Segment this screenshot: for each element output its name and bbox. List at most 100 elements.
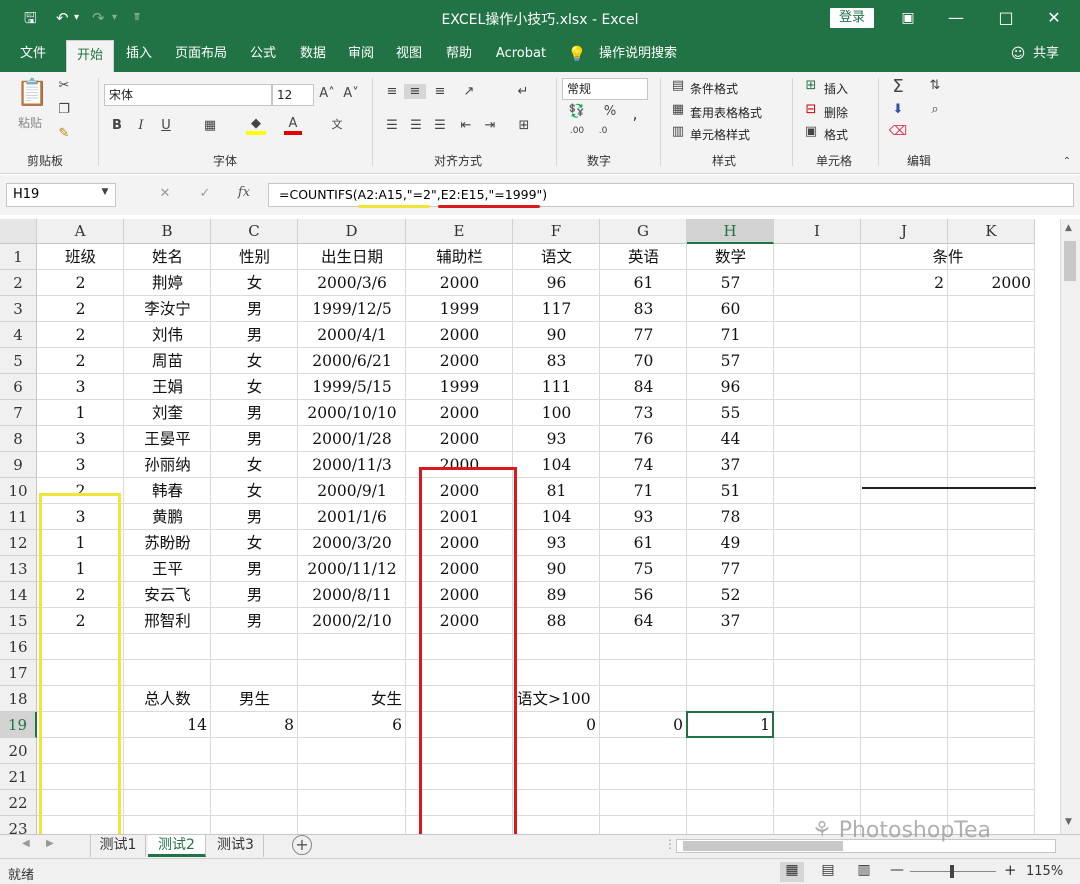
cell-a7[interactable]: 1 xyxy=(37,400,124,426)
underline-icon[interactable]: U xyxy=(158,118,174,133)
cell-a5[interactable]: 2 xyxy=(37,348,124,374)
decrease-decimal-icon[interactable]: .0 xyxy=(592,126,614,136)
tab-splitter-icon[interactable]: ⋮ xyxy=(664,837,676,851)
decrease-indent-icon[interactable]: ⇤ xyxy=(456,118,476,133)
cell-b6[interactable]: 王娟 xyxy=(124,374,211,400)
sheet-tab-2[interactable]: 测试2 xyxy=(148,835,206,857)
cell-g14[interactable]: 56 xyxy=(600,582,687,608)
cell-g10[interactable]: 71 xyxy=(600,478,687,504)
close-button[interactable]: ✕ xyxy=(1030,0,1078,36)
borders-icon[interactable]: ▦ xyxy=(200,118,220,133)
cell-g3[interactable]: 83 xyxy=(600,296,687,322)
cell-f15[interactable]: 88 xyxy=(513,608,600,634)
row-header-23[interactable]: 23 xyxy=(0,816,37,834)
cell-h15[interactable]: 37 xyxy=(687,608,774,634)
cell-f6[interactable]: 111 xyxy=(513,374,600,400)
cell-g13[interactable]: 75 xyxy=(600,556,687,582)
cell-h8[interactable]: 44 xyxy=(687,426,774,452)
cell-h4[interactable]: 71 xyxy=(687,322,774,348)
cell-c14[interactable]: 男 xyxy=(211,582,298,608)
page-break-view-icon[interactable]: ▥ xyxy=(852,862,876,878)
align-middle-icon[interactable]: ≡ xyxy=(404,84,426,99)
cell-e5[interactable]: 2000 xyxy=(406,348,513,374)
cell-d18[interactable]: 女生 xyxy=(298,686,406,712)
cell-d2[interactable]: 2000/3/6 xyxy=(298,270,406,296)
minimize-button[interactable]: — xyxy=(932,0,980,36)
sort-filter-icon[interactable]: ⇅ xyxy=(924,78,946,93)
cell-d12[interactable]: 2000/3/20 xyxy=(298,530,406,556)
row-header-10[interactable]: 10 xyxy=(0,478,37,504)
tab-data[interactable]: 数据 xyxy=(292,36,334,72)
row-header-22[interactable]: 22 xyxy=(0,790,37,816)
delete-cells-button[interactable]: 删除 xyxy=(824,104,848,121)
cell-c15[interactable]: 男 xyxy=(211,608,298,634)
sheet-tab-3[interactable]: 测试3 xyxy=(208,835,264,857)
tab-insert[interactable]: 插入 xyxy=(118,36,160,72)
cell-c5[interactable]: 女 xyxy=(211,348,298,374)
cell-h7[interactable]: 55 xyxy=(687,400,774,426)
cell-g1[interactable]: 英语 xyxy=(600,244,687,270)
cell-c3[interactable]: 男 xyxy=(211,296,298,322)
cell-b2[interactable]: 荆婷 xyxy=(124,270,211,296)
copy-icon[interactable]: ❐ xyxy=(54,102,74,117)
select-all-corner[interactable] xyxy=(0,219,37,244)
column-header-k[interactable]: K xyxy=(948,219,1035,244)
comma-style-icon[interactable]: , xyxy=(626,104,644,123)
increase-decimal-icon[interactable]: .00 xyxy=(566,126,588,136)
conditional-format-button[interactable]: 条件格式 xyxy=(690,80,738,97)
maximize-button[interactable]: □ xyxy=(982,0,1030,36)
vertical-scroll-thumb[interactable] xyxy=(1064,241,1076,281)
italic-icon[interactable]: I xyxy=(134,118,148,133)
row-header-1[interactable]: 1 xyxy=(0,244,37,270)
cell-g4[interactable]: 77 xyxy=(600,322,687,348)
row-header-21[interactable]: 21 xyxy=(0,764,37,790)
selected-cell-h19[interactable] xyxy=(686,711,774,738)
cell-c7[interactable]: 男 xyxy=(211,400,298,426)
cell-h6[interactable]: 96 xyxy=(687,374,774,400)
bold-icon[interactable]: B xyxy=(110,118,124,133)
cell-c12[interactable]: 女 xyxy=(211,530,298,556)
autosum-icon[interactable]: Σ xyxy=(888,76,908,97)
cell-k2[interactable]: 2000 xyxy=(948,270,1035,296)
tab-formulas[interactable]: 公式 xyxy=(242,36,284,72)
cell-b1[interactable]: 姓名 xyxy=(124,244,211,270)
cell-h11[interactable]: 78 xyxy=(687,504,774,530)
align-left-icon[interactable]: ☰ xyxy=(382,118,402,133)
cancel-icon[interactable]: ✕ xyxy=(156,186,174,201)
next-sheet-icon[interactable]: ▶ xyxy=(46,838,54,849)
cell-f18[interactable]: 语文>100 xyxy=(513,686,687,712)
increase-indent-icon[interactable]: ⇥ xyxy=(480,118,500,133)
cell-c13[interactable]: 男 xyxy=(211,556,298,582)
row-header-8[interactable]: 8 xyxy=(0,426,37,452)
tell-me-search[interactable]: 操作说明搜索 xyxy=(592,36,684,72)
cell-f13[interactable]: 90 xyxy=(513,556,600,582)
tab-home[interactable]: 开始 xyxy=(66,40,114,72)
cell-c1[interactable]: 性别 xyxy=(211,244,298,270)
cell-d1[interactable]: 出生日期 xyxy=(298,244,406,270)
cell-g7[interactable]: 73 xyxy=(600,400,687,426)
column-header-i[interactable]: I xyxy=(774,219,861,244)
cell-d14[interactable]: 2000/8/11 xyxy=(298,582,406,608)
cell-h5[interactable]: 57 xyxy=(687,348,774,374)
cell-a6[interactable]: 3 xyxy=(37,374,124,400)
row-header-17[interactable]: 17 xyxy=(0,660,37,686)
normal-view-icon[interactable]: ▦ xyxy=(780,862,804,882)
cell-j1[interactable]: 条件 xyxy=(861,244,1035,270)
cell-b13[interactable]: 王平 xyxy=(124,556,211,582)
cell-f19[interactable]: 0 xyxy=(513,712,600,738)
cell-d7[interactable]: 2000/10/10 xyxy=(298,400,406,426)
cell-style-button[interactable]: 单元格样式 xyxy=(690,126,750,143)
cell-c4[interactable]: 男 xyxy=(211,322,298,348)
cell-d5[interactable]: 2000/6/21 xyxy=(298,348,406,374)
paste-icon[interactable]: 📋 xyxy=(16,78,48,108)
cell-e1[interactable]: 辅助栏 xyxy=(406,244,513,270)
collapse-ribbon-icon[interactable]: ⌃ xyxy=(1060,156,1074,167)
column-header-g[interactable]: G xyxy=(600,219,687,244)
cell-b7[interactable]: 刘奎 xyxy=(124,400,211,426)
column-header-a[interactable]: A xyxy=(37,219,124,244)
formula-input[interactable]: =COUNTIFS(A2:A15,"=2",E2:E15,"=1999") xyxy=(268,183,1074,207)
ribbon-display-options-icon[interactable]: ▣ xyxy=(884,0,932,36)
cell-g6[interactable]: 84 xyxy=(600,374,687,400)
cell-h9[interactable]: 37 xyxy=(687,452,774,478)
column-header-b[interactable]: B xyxy=(124,219,211,244)
